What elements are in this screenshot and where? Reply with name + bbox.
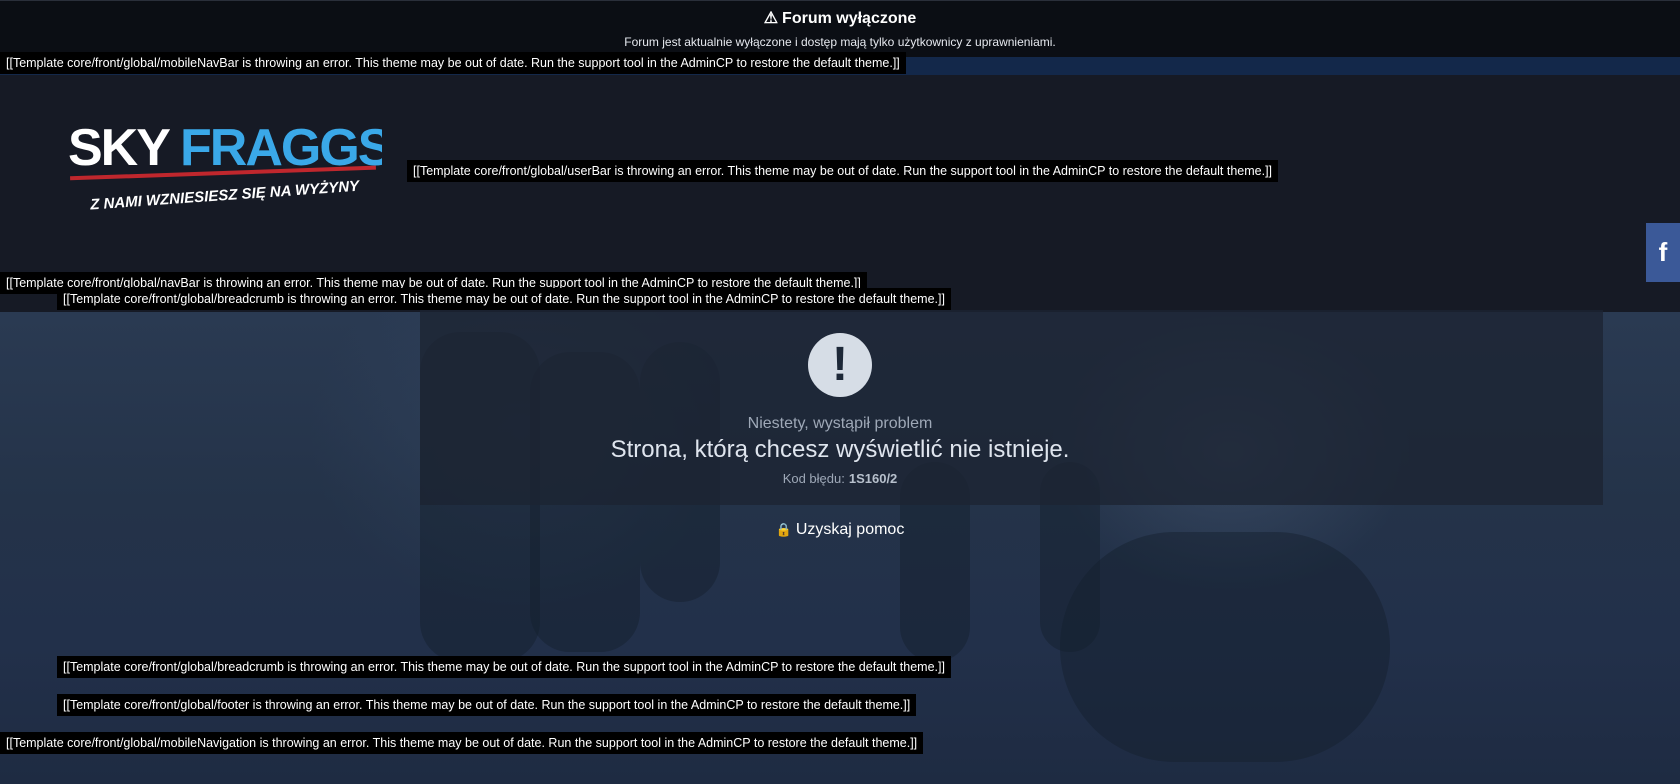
offline-banner: ⚠ Forum wyłączone Forum jest aktualnie wy…: [0, 0, 1680, 58]
facebook-button[interactable]: f: [1646, 223, 1680, 282]
logo-text-fraggs: FRAGGS: [180, 119, 382, 177]
offline-message: Forum jest aktualnie wyłączone i dostęp …: [624, 35, 1056, 49]
get-help-label: Uzyskaj pomoc: [795, 521, 905, 538]
template-error-mobilenavbar: [[Template core/front/global/mobileNavBa…: [0, 52, 906, 74]
template-error-breadcrumb-bottom: [[Template core/front/global/breadcrumb …: [57, 656, 951, 678]
template-error-footer: [[Template core/front/global/footer is t…: [57, 694, 917, 716]
warning-icon: ⚠: [763, 10, 779, 27]
facebook-icon: f: [1658, 237, 1668, 267]
error-message: Strona, którą chcesz wyświetlić nie istn…: [610, 436, 1070, 463]
exclamation-icon: !: [808, 333, 872, 397]
get-help-link[interactable]: 🔒 Uzyskaj pomoc: [0, 521, 1680, 539]
error-code-label: Kod błędu:: [782, 471, 845, 486]
error-code-value: 1S160/2: [848, 471, 898, 486]
site-logo[interactable]: SKY FRAGGS Z NAMI WZNIESIESZ SIĘ NA WYŻY…: [62, 105, 393, 215]
template-error-mobilenavigation: [[Template core/front/global/mobileNavig…: [0, 732, 924, 754]
offline-title-text: Forum wyłączone: [782, 10, 917, 27]
logo-tagline: Z NAMI WZNIESIESZ SIĘ NA WYŻYNY: [89, 178, 362, 214]
logo-text-sky: SKY: [68, 119, 170, 177]
template-error-userbar: [[Template core/front/global/userBar is …: [407, 160, 1279, 182]
logo-graphic: SKY FRAGGS Z NAMI WZNIESIESZ SIĘ NA WYŻY…: [68, 119, 393, 214]
lock-icon: 🔒: [775, 522, 792, 537]
offline-title: ⚠ Forum wyłączone: [0, 8, 1680, 28]
error-subtitle: Niestety, wystąpił problem: [747, 415, 933, 432]
template-error-breadcrumb-top: [[Template core/front/global/breadcrumb …: [57, 288, 951, 310]
error-code: Kod błędu: 1S160/2: [0, 471, 1680, 486]
